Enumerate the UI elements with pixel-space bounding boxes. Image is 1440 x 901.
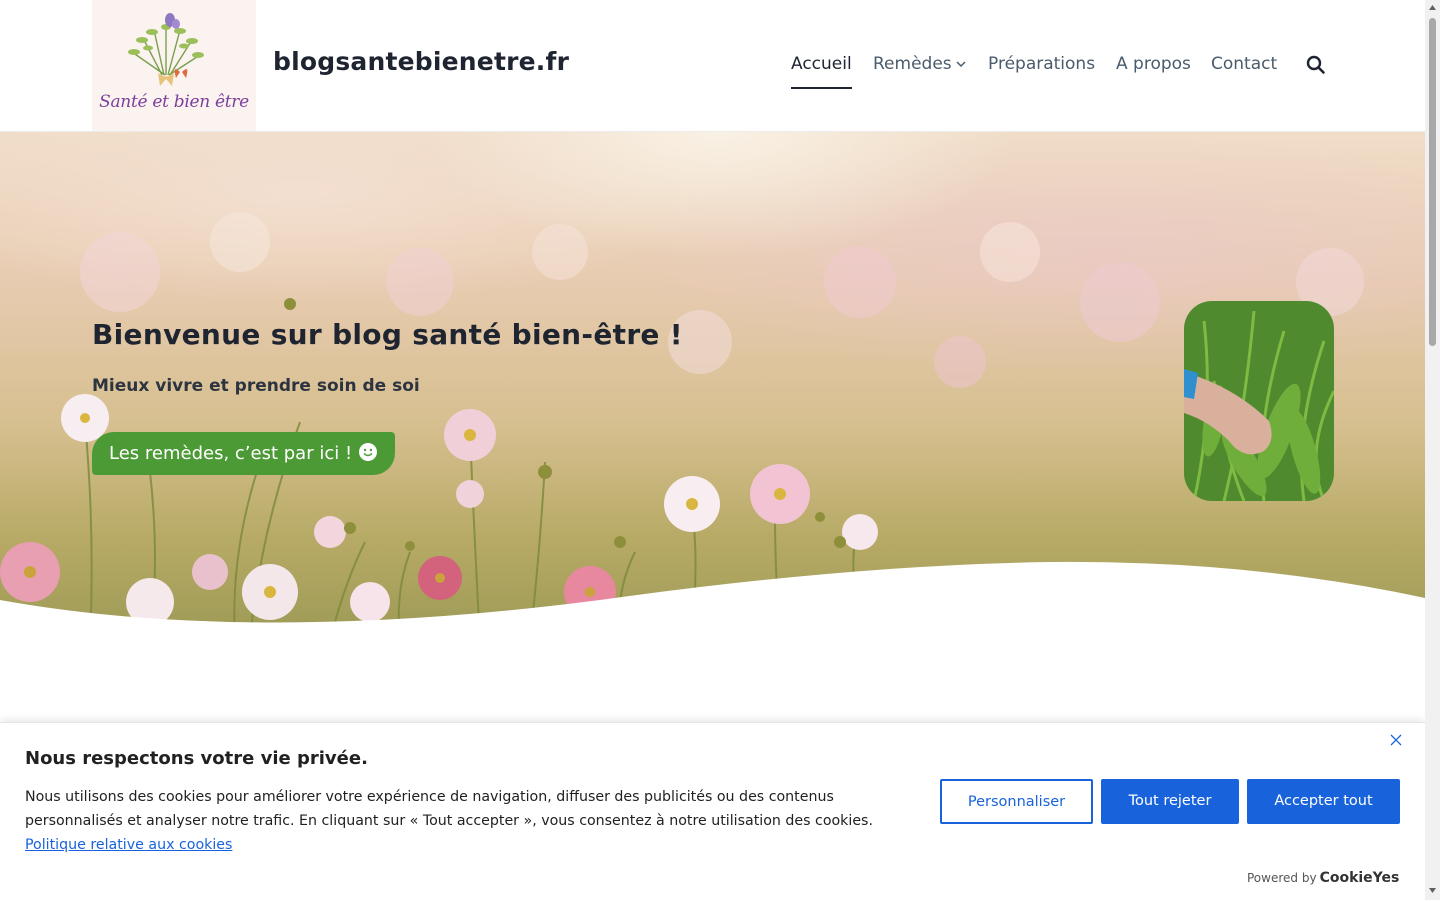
herb-photo	[1184, 301, 1334, 501]
site-header: Santé et bien être blogsantebienetre.fr …	[0, 0, 1425, 132]
hero-section: Bienvenue sur blog santé bien-être ! Mie…	[0, 132, 1425, 640]
cookie-text: Nous utilisons des cookies pour améliore…	[25, 789, 873, 829]
site-title[interactable]: blogsantebienetre.fr	[273, 47, 569, 76]
cookie-title: Nous respectons votre vie privée.	[25, 748, 368, 769]
close-icon[interactable]	[1389, 733, 1403, 747]
nav-item-a-propos[interactable]: A propos	[1116, 54, 1191, 74]
nav-item-accueil[interactable]: Accueil	[791, 54, 852, 89]
scroll-down-arrow-icon[interactable]	[1428, 886, 1437, 895]
cookieyes-logo[interactable]: CookieYes	[1320, 870, 1400, 886]
logo-text: Santé et bien être	[99, 92, 249, 112]
smiley-icon	[359, 443, 378, 461]
nav-item-remedes[interactable]: Remèdes	[873, 54, 966, 74]
plantain-leaves-image	[1184, 301, 1334, 501]
cookie-policy-link[interactable]: Politique relative aux cookies	[25, 837, 232, 853]
nav-item-preparations[interactable]: Préparations	[988, 54, 1095, 74]
hero-wave-divider	[0, 561, 1425, 640]
search-icon[interactable]	[1306, 55, 1326, 75]
powered-by: Powered by CookieYes	[1247, 870, 1399, 886]
scrollbar-thumb[interactable]	[1429, 18, 1436, 346]
powered-by-label: Powered by	[1247, 871, 1317, 885]
page-scrollbar[interactable]	[1425, 0, 1440, 900]
reject-all-button[interactable]: Tout rejeter	[1101, 779, 1239, 824]
hero-subtitle: Mieux vivre et prendre soin de soi	[92, 376, 420, 396]
cta-label: Les remèdes, c’est par ici !	[109, 443, 353, 464]
cookie-consent-banner: Nous respectons votre vie privée. Nous u…	[0, 722, 1425, 901]
scroll-up-arrow-icon[interactable]	[1428, 3, 1437, 12]
hero-title: Bienvenue sur blog santé bien-être !	[92, 318, 683, 351]
herb-bouquet-icon	[128, 13, 204, 86]
remedies-cta-button[interactable]: Les remèdes, c’est par ici !	[92, 432, 396, 475]
nav-item-contact[interactable]: Contact	[1211, 54, 1277, 74]
nav-item-label: Remèdes	[873, 54, 952, 74]
accept-all-button[interactable]: Accepter tout	[1247, 779, 1400, 824]
site-logo[interactable]: Santé et bien être	[92, 0, 256, 131]
chevron-down-icon	[956, 60, 966, 67]
cookie-description: Nous utilisons des cookies pour améliore…	[25, 785, 930, 857]
customize-button[interactable]: Personnaliser	[940, 779, 1093, 824]
